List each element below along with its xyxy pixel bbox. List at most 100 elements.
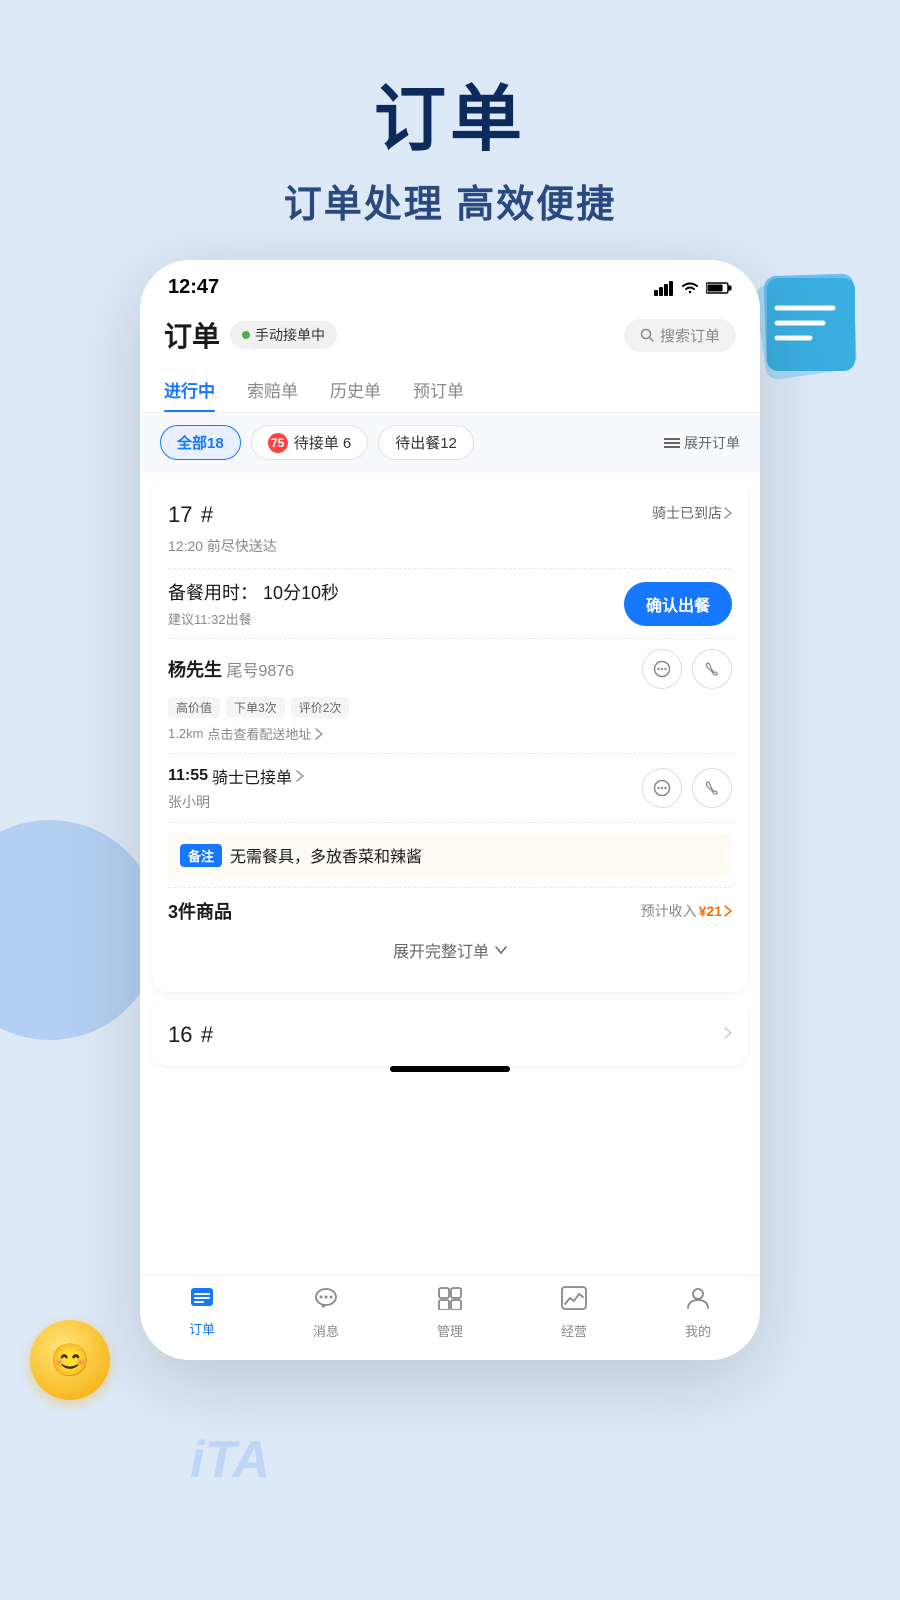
nav-messages[interactable]: 消息	[296, 1286, 356, 1340]
profile-nav-icon	[685, 1286, 711, 1317]
customer-name: 杨先生	[168, 660, 222, 680]
profile-icon	[685, 1286, 711, 1310]
battery-icon	[706, 281, 732, 295]
tab-ongoing[interactable]: 进行中	[164, 367, 215, 412]
orders-icon	[189, 1286, 215, 1308]
prep-time-info: 备餐用时： 10分10秒 建议11:32出餐	[168, 579, 339, 628]
order-17-rider-status[interactable]: 骑士已到店	[652, 503, 732, 523]
chevron-right-rider-icon	[296, 770, 304, 782]
income-amount: ¥21	[699, 903, 722, 919]
tag-high-value: 高价值	[168, 697, 220, 718]
wifi-icon	[680, 280, 700, 296]
page-title: 订单	[0, 60, 900, 165]
customer-info: 杨先生 尾号9876	[168, 656, 294, 682]
rider-action-buttons	[642, 768, 732, 808]
filter-all-label: 全部18	[177, 432, 224, 453]
chevron-right-small-icon	[315, 728, 323, 740]
call-customer-button[interactable]	[692, 649, 732, 689]
divider-4	[168, 822, 732, 823]
chat-customer-button[interactable]	[642, 649, 682, 689]
phone-icon	[703, 660, 721, 678]
nav-profile[interactable]: 我的	[668, 1286, 728, 1340]
status-dot	[242, 331, 250, 339]
status-bar: 12:47	[140, 260, 760, 307]
divider-5	[168, 887, 732, 888]
filter-pending[interactable]: 75 待接单 6	[251, 425, 369, 460]
chevron-down-icon	[495, 946, 507, 954]
divider-3	[168, 753, 732, 754]
call-rider-button[interactable]	[692, 768, 732, 808]
messages-icon	[313, 1286, 339, 1310]
divider-1	[168, 568, 732, 569]
order-16-hash: #	[201, 1022, 213, 1047]
expected-income[interactable]: 预计收入 ¥21	[641, 901, 732, 921]
bottom-navigation: 订单 消息	[140, 1275, 760, 1360]
order-footer: 3件商品 预计收入 ¥21	[168, 898, 732, 924]
filter-bar: 全部18 75 待接单 6 待出餐12 展开订单	[140, 413, 760, 472]
expand-orders-button[interactable]: 展开订单	[664, 433, 740, 453]
business-icon	[561, 1286, 587, 1310]
order-17-time-note: 12:20 前尽快送达	[168, 536, 732, 556]
filter-waiting-label: 待出餐12	[395, 432, 457, 453]
order-card-16: 16 #	[152, 1000, 748, 1066]
ita-watermark: iTA	[190, 1430, 270, 1490]
tab-claim[interactable]: 索赔单	[247, 367, 298, 412]
order-16-rider-status	[724, 1027, 732, 1039]
remark-tag: 备注	[180, 844, 222, 867]
phone-rider-icon	[703, 779, 721, 797]
nav-profile-label: 我的	[685, 1321, 711, 1340]
order-16-number: 16 #	[168, 1016, 213, 1050]
home-indicator	[390, 1066, 510, 1072]
chevron-right-income-icon	[724, 905, 732, 917]
app-header: 订单 手动接单中 搜索订单	[140, 307, 760, 367]
status-icons	[654, 280, 732, 296]
manual-order-status[interactable]: 手动接单中	[230, 321, 337, 349]
chat-rider-button[interactable]	[642, 768, 682, 808]
expand-full-order-button[interactable]: 展开完整订单	[168, 924, 732, 976]
signal-icon	[654, 280, 674, 296]
manage-nav-icon	[437, 1286, 463, 1317]
manage-icon	[437, 1286, 463, 1310]
nav-orders-label: 订单	[189, 1319, 215, 1338]
nav-manage-label: 管理	[437, 1321, 463, 1340]
messages-nav-icon	[313, 1286, 339, 1317]
order-17-number: 17 #	[168, 496, 213, 530]
tab-bar: 进行中 索赔单 历史单 预订单	[140, 367, 760, 413]
rider-name: 张小明	[168, 792, 304, 812]
page-subtitle: 订单处理 高效便捷	[0, 173, 900, 228]
nav-orders[interactable]: 订单	[172, 1286, 232, 1340]
orders-nav-icon	[189, 1286, 215, 1315]
status-label: 手动接单中	[255, 325, 325, 345]
pending-badge: 75	[268, 433, 288, 453]
confirm-meal-button[interactable]: 确认出餐	[624, 582, 732, 626]
prep-time-row: 备餐用时： 10分10秒 建议11:32出餐 确认出餐	[168, 579, 732, 628]
search-button[interactable]: 搜索订单	[624, 319, 736, 352]
customer-row: 杨先生 尾号9876	[168, 649, 732, 689]
nav-messages-label: 消息	[313, 1321, 339, 1340]
tag-review-count: 评价2次	[291, 697, 350, 718]
rider-info-row: 11:55 骑士已接单 张小明	[168, 764, 732, 812]
status-time: 12:47	[168, 276, 219, 299]
filter-waiting-meal[interactable]: 待出餐12	[378, 425, 474, 460]
app-title-area: 订单 手动接单中	[164, 315, 337, 355]
tab-history[interactable]: 历史单	[330, 367, 381, 412]
rider-info: 11:55 骑士已接单 张小明	[168, 764, 304, 812]
divider-2	[168, 638, 732, 639]
search-label: 搜索订单	[660, 325, 720, 346]
filter-all[interactable]: 全部18	[160, 425, 241, 460]
tab-reservation[interactable]: 预订单	[413, 367, 464, 412]
nav-business[interactable]: 经营	[544, 1286, 604, 1340]
coin-icon: 😊	[50, 1341, 90, 1379]
nav-manage[interactable]: 管理	[420, 1286, 480, 1340]
remark-text: 无需餐具，多放香菜和辣酱	[230, 843, 422, 867]
deco-card-icon	[745, 260, 875, 395]
order-hash: #	[201, 502, 213, 527]
delivery-info[interactable]: 1.2km 点击查看配送地址	[168, 724, 732, 743]
prep-time-text: 备餐用时： 10分10秒	[168, 579, 339, 605]
page-header: 订单 订单处理 高效便捷	[0, 0, 900, 268]
rider-time-status[interactable]: 11:55 骑士已接单	[168, 764, 304, 788]
chat-icon	[653, 660, 671, 678]
customer-id: 尾号9876	[226, 663, 294, 680]
customer-tags: 高价值 下单3次 评价2次	[168, 697, 732, 718]
remark-row: 备注 无需餐具，多放香菜和辣酱	[168, 833, 732, 877]
